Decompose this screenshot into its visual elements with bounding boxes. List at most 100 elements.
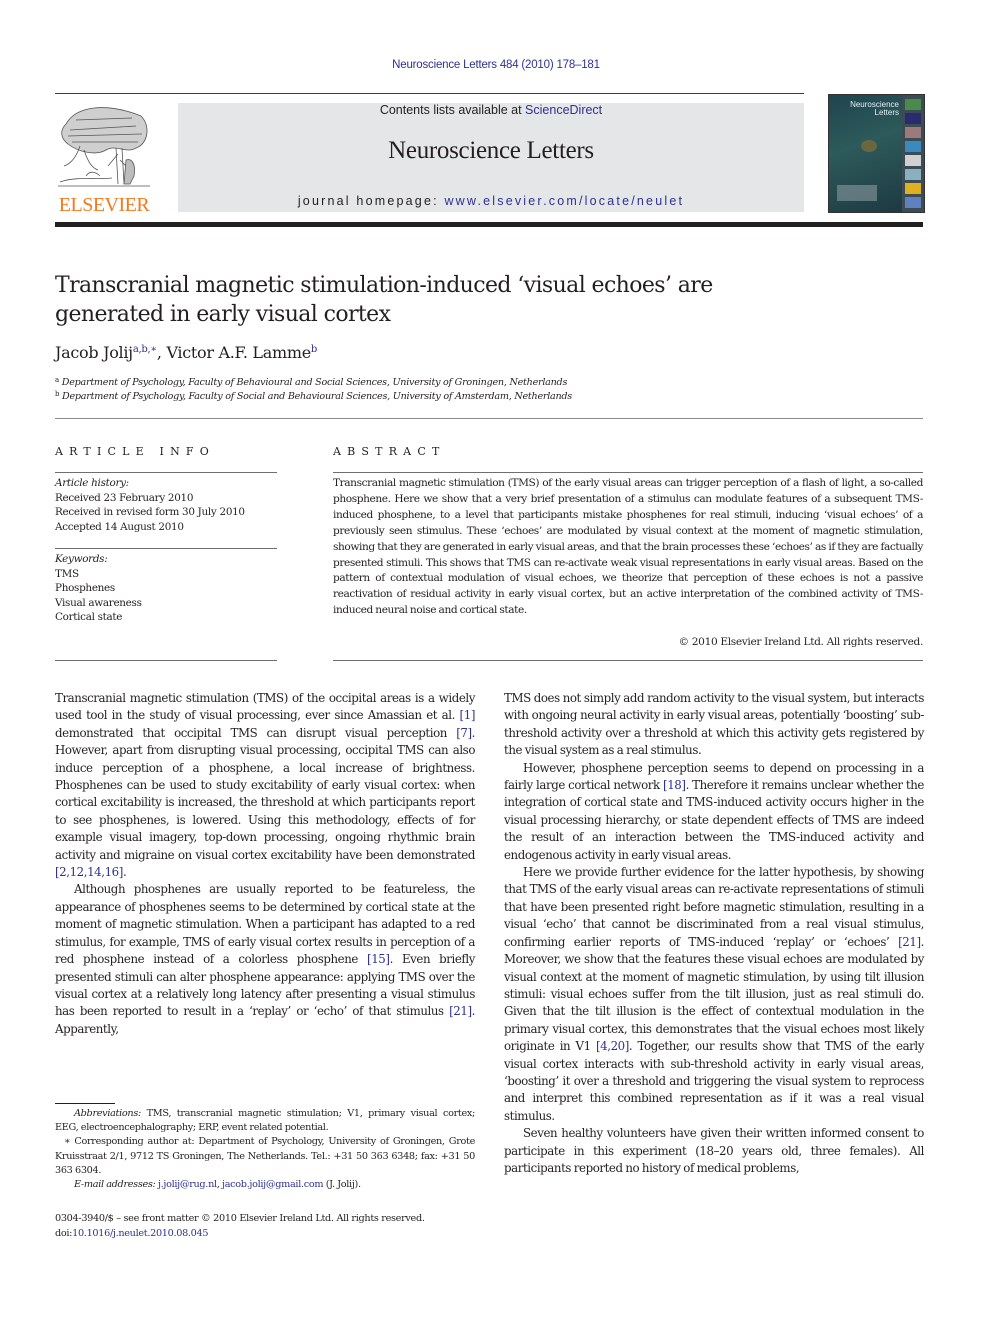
body-paragraph: TMS does not simply add random activity … <box>504 690 924 760</box>
affiliation-a: a Department of Psychology, Faculty of B… <box>55 376 567 388</box>
running-head[interactable]: Neuroscience Letters 484 (2010) 178–181 <box>0 59 992 71</box>
author-name: Jacob Jolij <box>55 343 133 362</box>
keyword: Cortical state <box>55 611 123 624</box>
email-link[interactable]: j.jolij@rug.nl <box>158 1179 217 1190</box>
body-text: Seven healthy volunteers have given thei… <box>504 1126 924 1175</box>
abstract-text: Transcranial magnetic stimulation (TMS) … <box>333 477 923 617</box>
footnote-rule <box>55 1103 115 1104</box>
cover-thumb-brain <box>905 99 921 110</box>
body-text: . However, apart from disrupting visual … <box>55 725 475 862</box>
abstract-copyright: © 2010 Elsevier Ireland Ltd. All rights … <box>678 636 924 648</box>
author-separator: , <box>156 343 167 362</box>
article-history-label: Article history: <box>55 477 129 489</box>
body-text: Transcranial magnetic stimulation (TMS) … <box>55 691 475 723</box>
homepage-prefix: journal homepage: <box>297 194 445 208</box>
homepage-link[interactable]: www.elsevier.com/locate/neulet <box>444 194 684 208</box>
doi-link[interactable]: 10.1016/j.neulet.2010.08.045 <box>72 1228 208 1239</box>
citation-link[interactable]: [21] <box>898 935 921 949</box>
affiliation-text: Department of Psychology, Faculty of Soc… <box>62 391 572 402</box>
cover-thumb-graph <box>905 169 921 180</box>
neuron-illustration <box>861 140 877 152</box>
author-affiliation-marks[interactable]: b <box>311 344 317 355</box>
body-column-right: TMS does not simply add random activity … <box>504 690 924 1177</box>
body-text: Here we provide further evidence for the… <box>504 865 924 949</box>
elsevier-tree-icon <box>58 107 150 187</box>
footnotes: Abbreviations: TMS, transcranial magneti… <box>55 1107 475 1192</box>
abbreviations-footnote: Abbreviations: TMS, transcranial magneti… <box>55 1107 475 1135</box>
email-label: E-mail addresses: <box>74 1179 156 1191</box>
author-name: Victor A.F. Lamme <box>166 343 311 362</box>
masthead-bottom-rule <box>55 222 923 227</box>
abstract-heading: ABSTRACT <box>333 445 446 458</box>
corresponding-author-footnote: ∗ Corresponding author at: Department of… <box>55 1136 475 1176</box>
elsevier-wordmark: ELSEVIER <box>58 194 150 216</box>
article-info-rule-bottom <box>55 660 277 661</box>
cover-thumb-pattern <box>905 197 921 208</box>
body-text: . Moreover, we show that the features th… <box>504 934 924 1054</box>
author-list: Jacob Jolija,b,∗, Victor A.F. Lammeb <box>55 343 317 362</box>
body-paragraph: Here we provide further evidence for the… <box>504 864 924 1125</box>
citation-link[interactable]: [18] <box>663 778 686 792</box>
body-paragraph: Transcranial magnetic stimulation (TMS) … <box>55 690 475 881</box>
journal-banner: Contents lists available at ScienceDirec… <box>178 103 804 212</box>
body-text: . <box>122 865 127 880</box>
affiliation-mark: b <box>55 390 60 398</box>
elsevier-logo[interactable]: ELSEVIER <box>54 104 154 216</box>
abstract-rule-top <box>333 472 923 473</box>
citation-link[interactable]: [4,20] <box>596 1039 629 1053</box>
email-link[interactable]: jacob.jolij@gmail.com <box>222 1179 324 1190</box>
affiliation-mark: a <box>55 376 59 384</box>
doi-line: doi:10.1016/j.neulet.2010.08.045 <box>55 1226 475 1241</box>
cover-title: Neuroscience Letters <box>843 101 899 117</box>
journal-cover-image[interactable]: Neuroscience Letters <box>828 94 925 213</box>
contents-line: Contents lists available at ScienceDirec… <box>178 103 804 117</box>
sciencedirect-link[interactable]: ScienceDirect <box>525 103 602 117</box>
cover-thumb-heatmap <box>905 183 921 194</box>
article-info-rule-middle <box>55 548 277 549</box>
citation-link[interactable]: [7] <box>456 726 472 740</box>
cover-thumb-cells <box>905 141 921 152</box>
article-title: Transcranial magnetic stimulation-induce… <box>55 273 713 327</box>
citation-link[interactable]: [15] <box>367 952 390 966</box>
abbreviations-label: Abbreviations: <box>74 1108 141 1119</box>
citation-link[interactable]: [21] <box>449 1004 472 1018</box>
affiliation-b: b Department of Psychology, Faculty of S… <box>55 390 572 402</box>
citation-link[interactable]: [2,12,14,16] <box>55 865 123 879</box>
keyword: TMS <box>55 567 79 580</box>
keyword: Phosphenes <box>55 582 115 595</box>
history-item-accepted: Accepted 14 August 2010 <box>55 520 184 533</box>
citation-link[interactable]: [1] <box>460 708 476 722</box>
article-info-heading: ARTICLE INFO <box>55 445 215 458</box>
cover-thumb-scan <box>905 127 921 138</box>
homepage-line: journal homepage: www.elsevier.com/locat… <box>178 194 804 208</box>
cover-title-line-2: Letters <box>874 108 899 117</box>
email-footnote: E-mail addresses: j.jolij@rug.nl, jacob.… <box>74 1179 361 1191</box>
body-column-left: Transcranial magnetic stimulation (TMS) … <box>55 690 475 1038</box>
email-owner: (J. Jolij). <box>325 1179 361 1191</box>
contents-prefix: Contents lists available at <box>379 103 526 117</box>
history-item-received: Received 23 February 2010 <box>55 491 194 504</box>
abstract-rule-bottom <box>333 660 923 661</box>
cover-label-box <box>837 185 877 201</box>
cover-thumb-neuron <box>905 113 921 124</box>
front-matter: 0304-3940/$ – see front matter © 2010 El… <box>55 1211 475 1241</box>
doi-prefix: doi: <box>55 1228 73 1239</box>
body-paragraph: Seven healthy volunteers have given thei… <box>504 1125 924 1177</box>
issn-line: 0304-3940/$ – see front matter © 2010 El… <box>55 1213 425 1224</box>
author-affiliation-marks[interactable]: a,b,∗ <box>133 344 157 355</box>
body-text: demonstrated that occipital TMS can disr… <box>55 725 457 740</box>
body-paragraph: Although phosphenes are usually reported… <box>55 881 475 1038</box>
header-divider <box>55 418 923 419</box>
affiliation-text: Department of Psychology, Faculty of Beh… <box>61 377 568 388</box>
cover-thumb-slices <box>905 155 921 166</box>
article-info-rule-top <box>55 472 277 473</box>
keywords-label: Keywords: <box>55 553 108 565</box>
article-history-list: Article history: Received 23 February 20… <box>55 476 277 534</box>
cover-image-strip <box>902 95 924 212</box>
history-item-revised: Received in revised form 30 July 2010 <box>55 506 245 519</box>
keywords-list: Keywords: TMS Phosphenes Visual awarenes… <box>55 552 277 625</box>
keyword: Visual awareness <box>55 596 142 609</box>
body-paragraph: However, phosphene perception seems to d… <box>504 760 924 864</box>
masthead-top-rule <box>55 93 804 94</box>
journal-name: Neuroscience Letters <box>388 137 594 164</box>
